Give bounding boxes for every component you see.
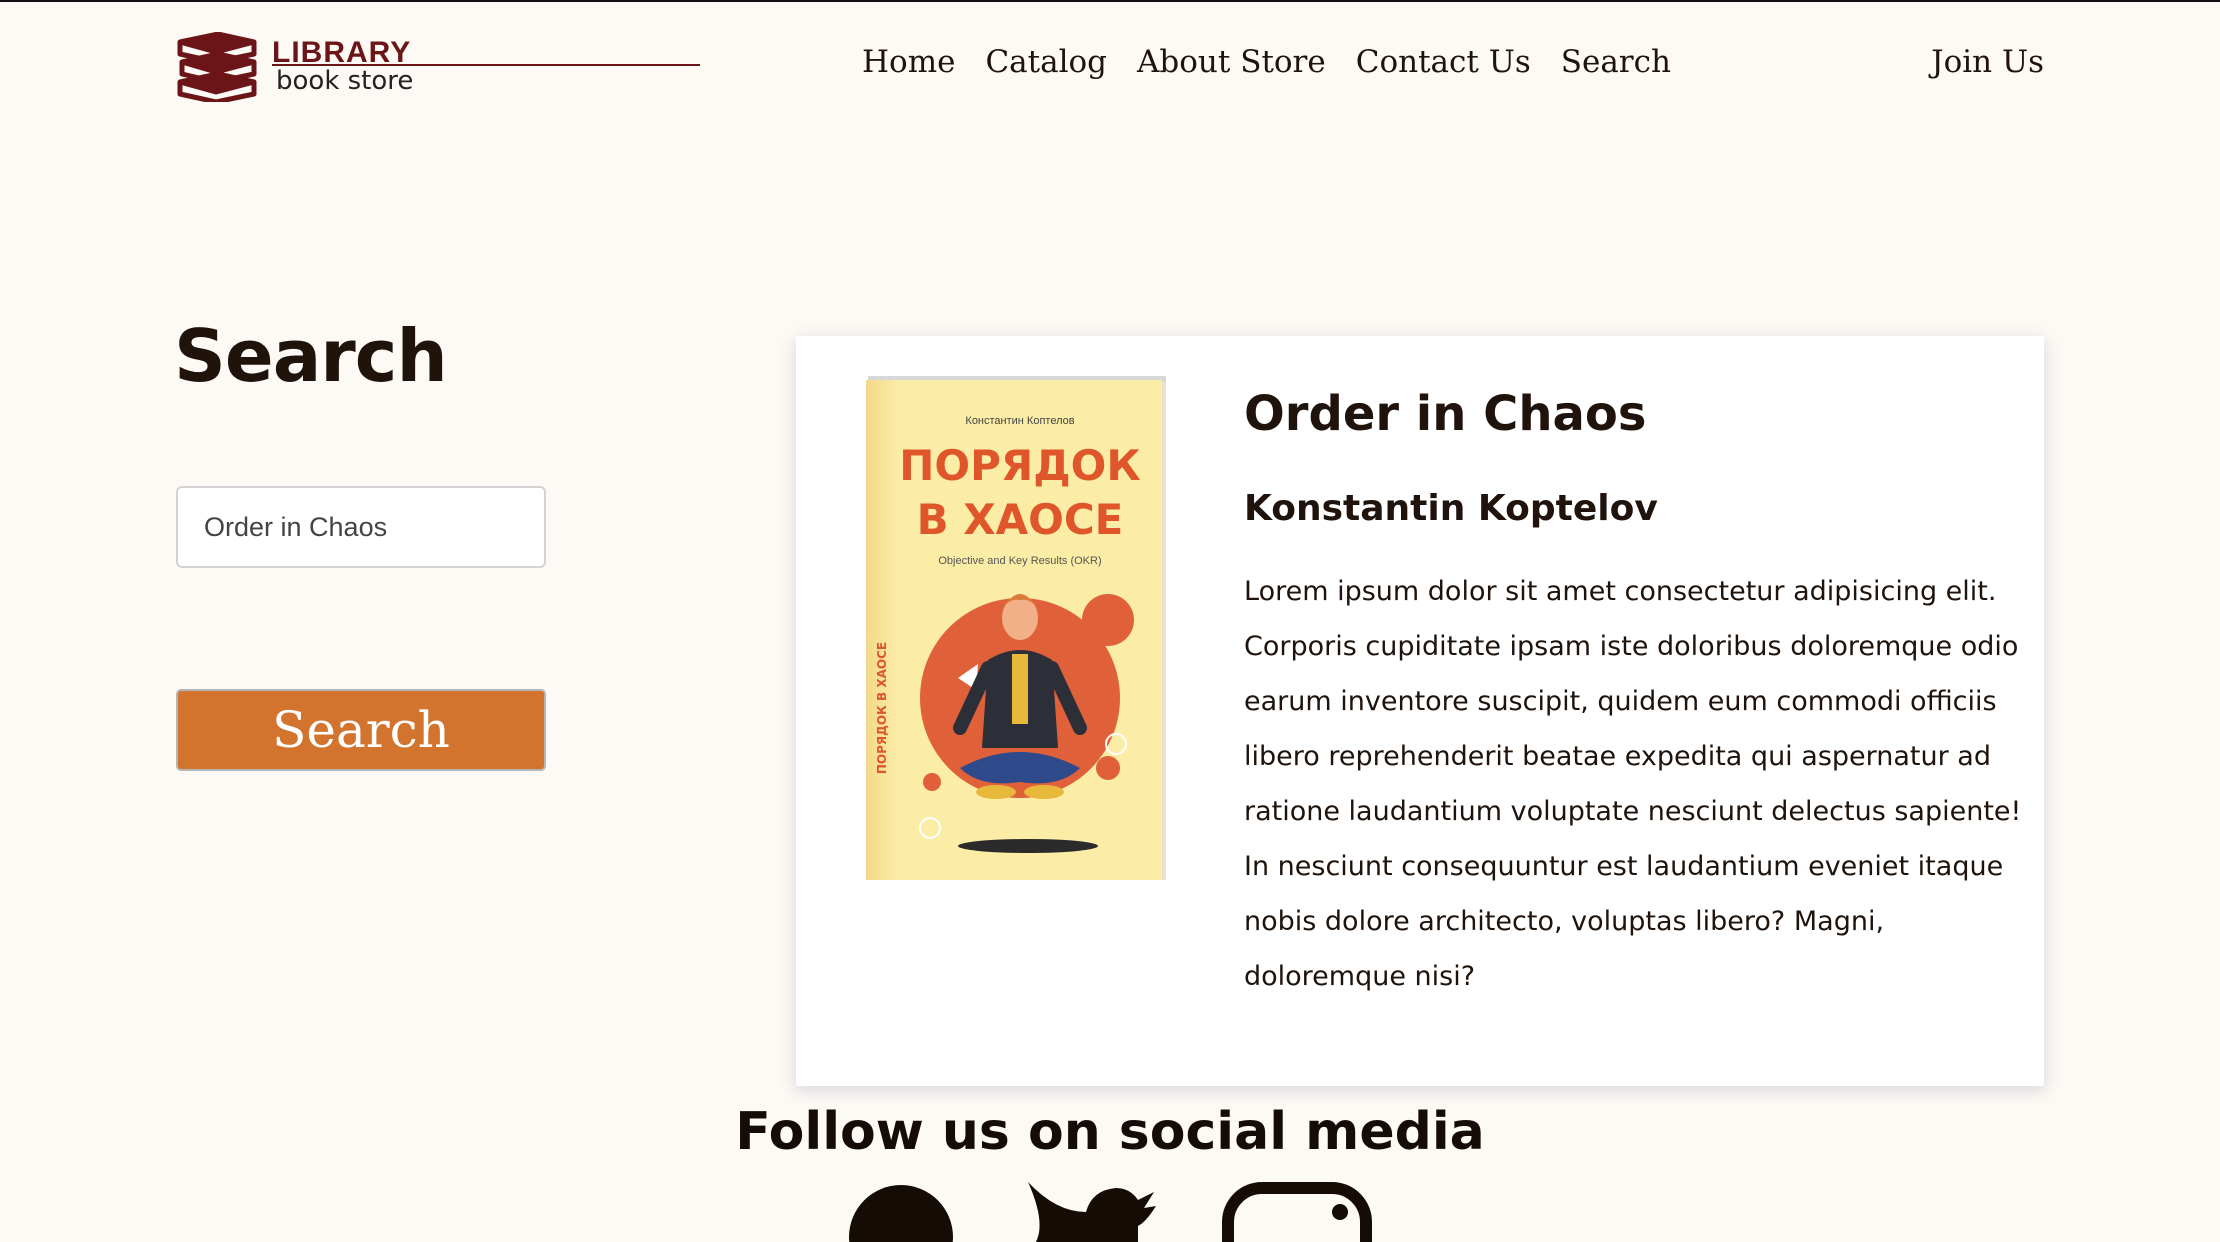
books-stack-icon [177,32,257,102]
nav-search[interactable]: Search [1561,44,1671,80]
svg-text:Objective and Key Results (OKR: Objective and Key Results (OKR) [938,555,1101,567]
facebook-icon[interactable] [846,1182,956,1242]
search-button[interactable]: Search [176,689,546,771]
book-result-card: Константин Коптелов ПОРЯДОК В ХАОСЕ Obje… [796,336,2044,1086]
book-title: Order in Chaos [1244,386,1647,442]
book-description: Lorem ipsum dolor sit amet consectetur a… [1244,576,2022,992]
svg-text:В ХАОСЕ: В ХАОСЕ [917,495,1124,544]
book-author: Konstantin Koptelov [1244,488,1658,529]
nav-contact-us[interactable]: Contact Us [1356,44,1531,80]
nav-catalog[interactable]: Catalog [985,44,1107,80]
join-us-link[interactable]: Join Us [1931,44,2044,80]
twitter-icon[interactable] [1026,1182,1156,1242]
nav-about-store[interactable]: About Store [1137,44,1326,80]
svg-text:Константин Коптелов: Константин Коптелов [965,415,1074,427]
search-input[interactable] [176,486,546,568]
page-title: Search [174,314,448,398]
nav-home[interactable]: Home [862,44,955,80]
svg-text:ПОРЯДОК В ХАОСЕ: ПОРЯДОК В ХАОСЕ [875,642,889,774]
instagram-icon[interactable] [1222,1182,1372,1242]
book-cover-image: Константин Коптелов ПОРЯДОК В ХАОСЕ Obje… [866,376,1166,880]
social-links [846,1182,1386,1242]
svg-text:ПОРЯДОК: ПОРЯДОК [899,441,1140,490]
site-header: LIBRARY book store Home Catalog About St… [0,2,2220,132]
main-nav: Home Catalog About Store Contact Us Sear… [862,44,1671,80]
site-logo[interactable]: LIBRARY book store [174,32,700,104]
follow-heading: Follow us on social media [735,1102,1485,1162]
logo-subtitle: book store [276,66,414,96]
